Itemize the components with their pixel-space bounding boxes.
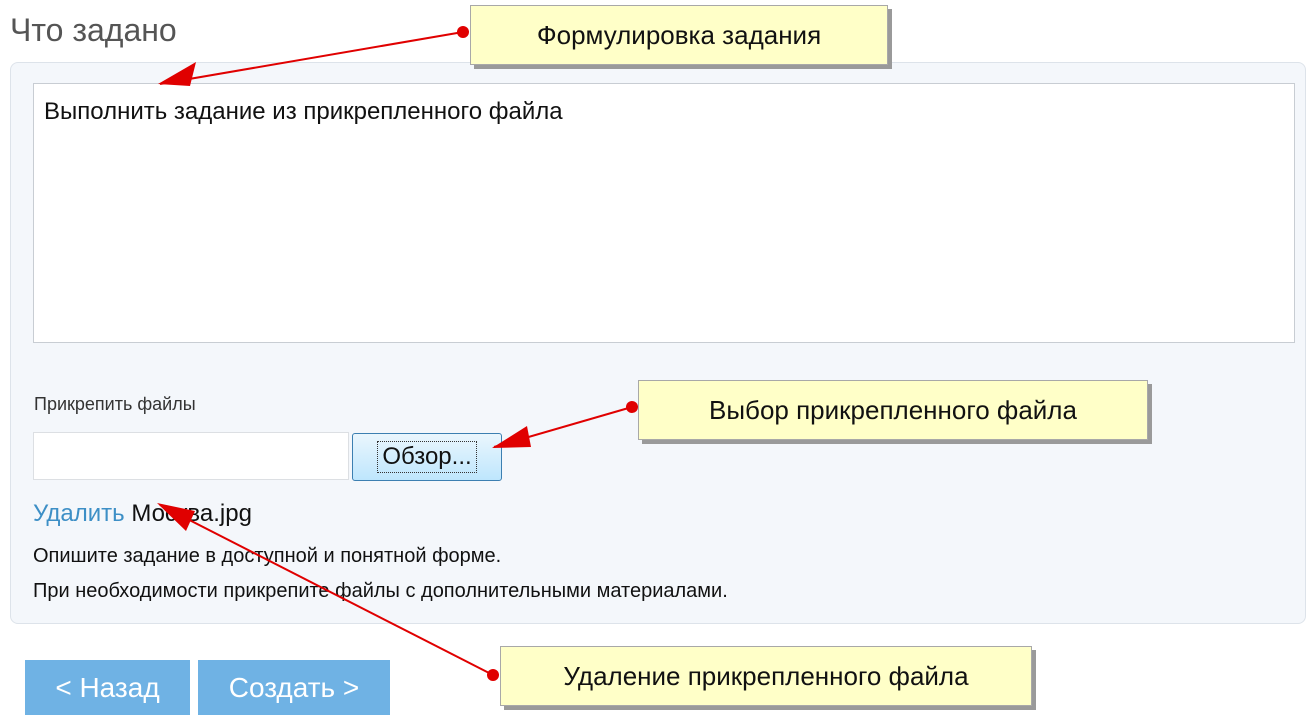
annotation-file-delete: Удаление прикрепленного файла xyxy=(500,646,1032,706)
file-path-input[interactable] xyxy=(33,432,349,480)
delete-file-link[interactable]: Удалить xyxy=(33,500,125,527)
attached-file-name: Москва.jpg xyxy=(131,500,252,527)
task-description-textarea[interactable]: Выполнить задание из прикрепленного файл… xyxy=(33,83,1295,343)
browse-button[interactable]: Обзор... xyxy=(352,433,502,481)
back-button[interactable]: < Назад xyxy=(25,660,190,715)
create-button[interactable]: Создать > xyxy=(198,660,390,715)
hint-text: Опишите задание в доступной и понятной ф… xyxy=(33,545,502,567)
browse-button-label: Обзор... xyxy=(377,441,477,473)
attach-files-label: Прикрепить файлы xyxy=(34,394,196,414)
annotation-file-select: Выбор прикрепленного файла xyxy=(638,380,1148,440)
attached-file-row: Удалить Москва.jpg xyxy=(33,500,252,528)
section-title: Что задано xyxy=(10,12,177,48)
hint-text: При необходимости прикрепите файлы с доп… xyxy=(33,580,728,602)
annotation-task-wording: Формулировка задания xyxy=(470,5,888,65)
task-form-page: Что задано Выполнить задание из прикрепл… xyxy=(0,0,1306,715)
